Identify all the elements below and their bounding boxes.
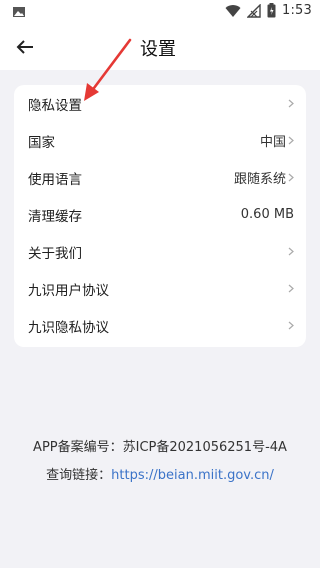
settings-item-label: 九识隐私协议 — [28, 319, 109, 336]
chevron-right-icon — [288, 99, 294, 108]
settings-item-about[interactable]: 关于我们 — [14, 233, 306, 270]
settings-card: 隐私设置 国家 中国 使用语言 跟随系统 清理缓存 0.60 MB 关于我们 九… — [14, 85, 306, 347]
signal-icon — [247, 3, 261, 18]
query-link-label: 查询链接： — [46, 468, 112, 483]
settings-item-clear-cache[interactable]: 清理缓存 0.60 MB — [14, 196, 306, 233]
status-bar: 1:53 — [0, 0, 320, 24]
query-link-line: 查询链接：https://beian.miit.gov.cn/ — [0, 464, 320, 483]
settings-item-user-agreement[interactable]: 九识用户协议 — [14, 270, 306, 307]
settings-item-label: 国家 — [28, 134, 55, 151]
battery-icon — [267, 3, 276, 18]
settings-item-country[interactable]: 国家 中国 — [14, 122, 306, 159]
chevron-right-icon — [288, 284, 294, 293]
back-button[interactable] — [12, 34, 38, 60]
settings-item-privacy[interactable]: 隐私设置 — [14, 85, 306, 122]
settings-item-language[interactable]: 使用语言 跟随系统 — [14, 159, 306, 196]
settings-item-label: 九识用户协议 — [28, 282, 109, 299]
chevron-right-icon — [288, 321, 294, 330]
chevron-right-icon — [288, 247, 294, 256]
settings-item-privacy-agreement[interactable]: 九识隐私协议 — [14, 307, 306, 344]
status-time: 1:53 — [282, 3, 312, 18]
settings-item-value: 0.60 MB — [240, 207, 294, 222]
settings-item-label: 隐私设置 — [28, 97, 82, 114]
settings-item-value: 跟随系统 — [233, 172, 286, 187]
settings-item-label: 使用语言 — [28, 171, 82, 188]
icp-record-text: APP备案编号：苏ICP备2021056251号-4A — [33, 440, 287, 455]
page-title: 设置 — [140, 39, 176, 60]
chevron-right-icon — [288, 136, 294, 145]
arrow-left-icon — [16, 40, 33, 54]
settings-item-value: 中国 — [259, 135, 286, 150]
image-icon — [13, 7, 25, 17]
wifi-icon — [225, 4, 241, 17]
query-link[interactable]: https://beian.miit.gov.cn/ — [111, 468, 274, 483]
settings-item-label: 关于我们 — [28, 245, 82, 262]
chevron-right-icon — [288, 173, 294, 182]
header: 设置 — [0, 24, 320, 70]
status-icons: 1:53 — [225, 3, 312, 18]
settings-item-label: 清理缓存 — [28, 208, 82, 225]
